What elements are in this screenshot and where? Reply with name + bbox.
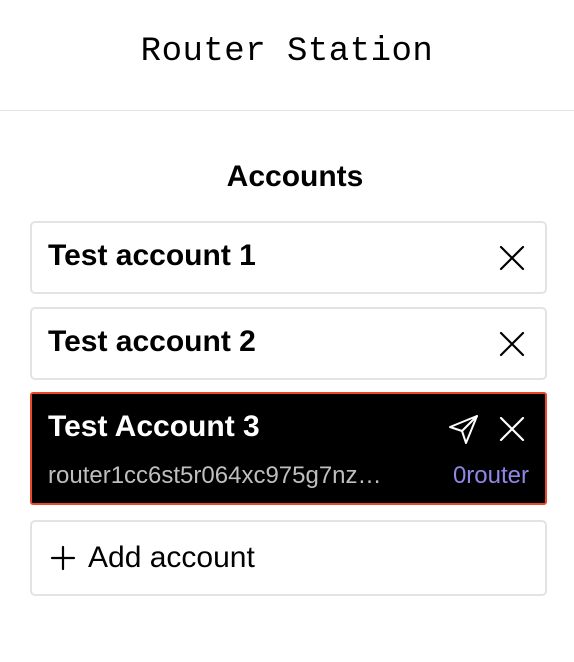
add-account-button[interactable]: Add account [30, 520, 547, 596]
add-account-content[interactable]: Add account [50, 541, 255, 575]
account-card-1[interactable]: Test account 1 [30, 221, 547, 294]
send-icon[interactable] [447, 412, 481, 446]
close-icon[interactable] [497, 243, 527, 273]
plus-icon [50, 545, 76, 571]
accounts-heading: Accounts [226, 160, 364, 193]
account-name: Test Account 3 [48, 410, 260, 443]
close-icon[interactable] [497, 329, 527, 359]
close-icon[interactable] [497, 414, 527, 444]
account-balance: 0router [452, 462, 529, 489]
app-title: Router Station [140, 33, 434, 71]
account-card-3-selected[interactable]: Test Account 3 router1cc6st5r064xc975g7n… [30, 392, 547, 505]
account-card-2[interactable]: Test account 2 [30, 307, 547, 380]
account-name: Test account 1 [48, 239, 256, 272]
app-header: Router Station [0, 0, 574, 111]
add-account-label: Add account [88, 541, 255, 574]
account-address: router1cc6st5r064xc975g7nz… [48, 462, 382, 489]
account-name: Test account 2 [48, 325, 256, 358]
